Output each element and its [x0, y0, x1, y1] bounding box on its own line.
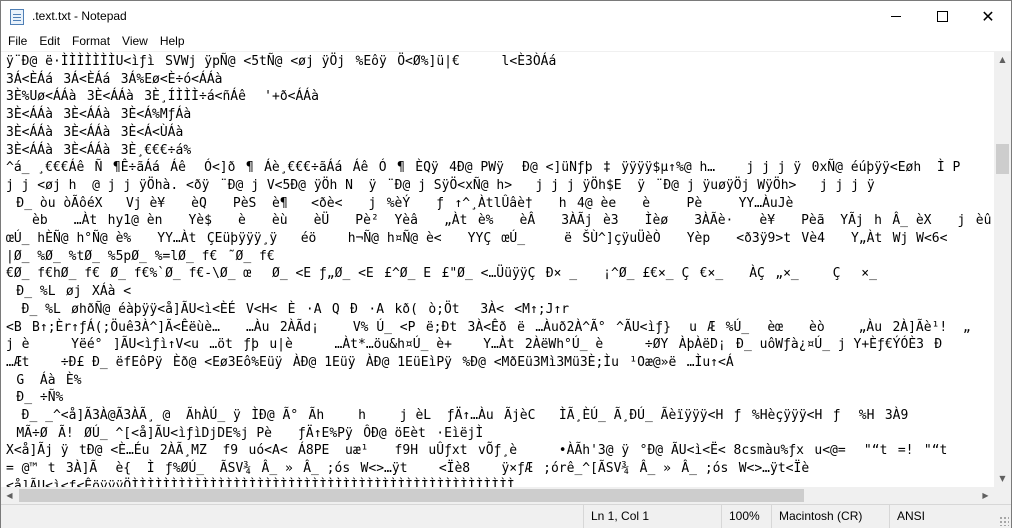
- editor-line[interactable]: œÚ_ hÈÑ@ h°Ñ@ è% YY…ÀtÇEüþÿÿÿ¸ÿ éö h¬Ñ…: [6, 231, 947, 246]
- editor-line[interactable]: 3È<ÁÁà3È<ÁÁà3È<Á<ÙÁà: [6, 125, 183, 140]
- close-icon: ✕: [981, 6, 995, 26]
- menu-bar: File Edit Format View Help: [1, 32, 1011, 51]
- editor-line[interactable]: ^á_ ¸€€€ÁêÑ¶Ê÷ãÁáÁê Ó<]ð¶Áè¸€€€÷ãÁ…: [6, 160, 960, 175]
- cursor-position: Ln 1, Col 1: [583, 505, 721, 528]
- editor-line[interactable]: Ð_ ÷Ñ%: [6, 390, 63, 405]
- notepad-icon: [10, 9, 24, 25]
- maximize-icon: [936, 11, 948, 22]
- scrollbar-corner: [994, 487, 1011, 504]
- minimize-icon: [891, 16, 901, 17]
- editor-line[interactable]: <BB↑;Èr↑ƒÁ(;Öuê3À^]Ã<Êëùè… …Àu2ÀÃd¡ …: [6, 320, 971, 335]
- horizontal-scrollbar[interactable]: ◀ ▶: [1, 487, 994, 504]
- editor-line[interactable]: 3È%Uø<ÁÁà3È<ÁÁà3È¸ÍÌÌÌ÷á<ñÁê '+ð<ÁÁà: [6, 89, 319, 104]
- text-editor[interactable]: ÿ¨Ð@ ë·ÌÌÌÌÌÌÌU<ìƒìSVWj ÿpÑ@ <5tÑ@ <øj …: [1, 51, 994, 488]
- scroll-left-icon[interactable]: ◀: [1, 487, 18, 504]
- minimize-button[interactable]: [873, 1, 919, 32]
- editor-line[interactable]: = @™t3À]Ã è{ Ìƒ%ØÚ_ ÃSV¾Â_ »Â_ ;ós…: [6, 461, 809, 476]
- editor-line[interactable]: Ð_ %LøjXÁà <: [6, 284, 131, 299]
- editor-line[interactable]: 3È<ÁÁà3È<ÁÁà3È<Á%MƒÁà: [6, 107, 191, 122]
- scroll-up-icon[interactable]: ▲: [994, 51, 1011, 68]
- editor-line[interactable]: j j <øj h @ j j ÿÖhà. <ðÿ¨Ð@ j V<5Ð@ ÿÖ…: [6, 178, 875, 193]
- resize-grip-icon[interactable]: [999, 516, 1009, 526]
- horizontal-scroll-thumb[interactable]: [19, 489, 804, 502]
- vertical-scrollbar[interactable]: ▲ ▼: [994, 51, 1011, 487]
- editor-line[interactable]: Ð_ òu òÃôéX Vj è¥ èQ PèS è¶ <ðè< j%…: [6, 196, 793, 211]
- editor-line[interactable]: j è Yëé°]ÃU<ìƒì↑V<u…ötƒþu|è …Àt*…ö…: [6, 337, 942, 352]
- editor-line[interactable]: MÃ÷ØÃ!ØÚ_ ^[<å]ÃU<ìƒìDjDE%j Pè ƒÄ↑E%…: [6, 426, 483, 441]
- editor-content[interactable]: ÿ¨Ð@ ë·ÌÌÌÌÌÌÌU<ìƒìSVWj ÿpÑ@ <5tÑ@ <øj …: [6, 53, 991, 488]
- line-ending: Macintosh (CR): [771, 505, 889, 528]
- zoom-level: 100%: [721, 505, 771, 528]
- editor-line[interactable]: €Ø_ f€hØ_ f€Ø_ f€%`Ø_ f€-\Ø_ œØ_ <E ƒ…: [6, 266, 895, 281]
- close-button[interactable]: ✕: [965, 1, 1011, 32]
- encoding: ANSI: [889, 505, 1011, 528]
- notepad-window: .text.txt - Notepad ✕ File Edit Format V…: [0, 0, 1012, 528]
- vertical-scroll-thumb[interactable]: [996, 144, 1009, 174]
- editor-line[interactable]: 3Á<ÈÁá3Á<ÈÁá3Á%Eø<È÷ó<ÁÁà: [6, 72, 222, 87]
- editor-line[interactable]: 3È<ÁÁà3È<ÁÁà3È¸€€€÷á%: [6, 143, 191, 158]
- window-title: .text.txt - Notepad: [32, 9, 127, 23]
- title-bar[interactable]: .text.txt - Notepad ✕: [1, 1, 1011, 32]
- editor-line[interactable]:  èb …Àthy1@ èn Yè$ è èù èÜ Pè² Y…: [6, 213, 991, 228]
- scroll-down-icon[interactable]: ▼: [994, 470, 1011, 487]
- editor-line[interactable]: |Ø_ %Ø_ %tØ_ %5pØ_ %=lØ_ f€˜Ø_ f€: [6, 249, 275, 264]
- maximize-button[interactable]: [919, 1, 965, 32]
- editor-line[interactable]: …Æt ÷Ð£ Ð_ ëfEôPÿÈð@ <Eø3Eô%EüÿÀÐ@ 1Eü…: [6, 355, 734, 370]
- status-bar: Ln 1, Col 1 100% Macintosh (CR) ANSI: [1, 504, 1011, 528]
- editor-line[interactable]: ÿ¨Ð@ ë·ÌÌÌÌÌÌÌU<ìƒìSVWj ÿpÑ@ <5tÑ@ <øj …: [6, 54, 556, 69]
- editor-line[interactable]: G ÁàÈ%: [6, 373, 82, 388]
- editor-line[interactable]: Ð_ %LøhðÑ@ éàþÿÿ<å]ÃU<ì<ÈÉV<H<È·AQ…: [6, 302, 569, 317]
- menu-help[interactable]: Help: [154, 32, 191, 51]
- menu-view[interactable]: View: [116, 32, 154, 51]
- menu-edit[interactable]: Edit: [33, 32, 66, 51]
- editor-line[interactable]: Ð_ _^<å]Ã3À@Ã3ÀÃ¸ @ ÃhÀÚ_ ÿÌÐ@ Ã°Ãh  …: [6, 408, 909, 423]
- menu-file[interactable]: File: [1, 32, 33, 51]
- scroll-right-icon[interactable]: ▶: [977, 487, 994, 504]
- menu-format[interactable]: Format: [66, 32, 116, 51]
- editor-line[interactable]: X<å]Ãj ÿtÐ@ <È…Éu2ÀÃ¸MZ f9uó<A<Á8PE …: [6, 443, 947, 458]
